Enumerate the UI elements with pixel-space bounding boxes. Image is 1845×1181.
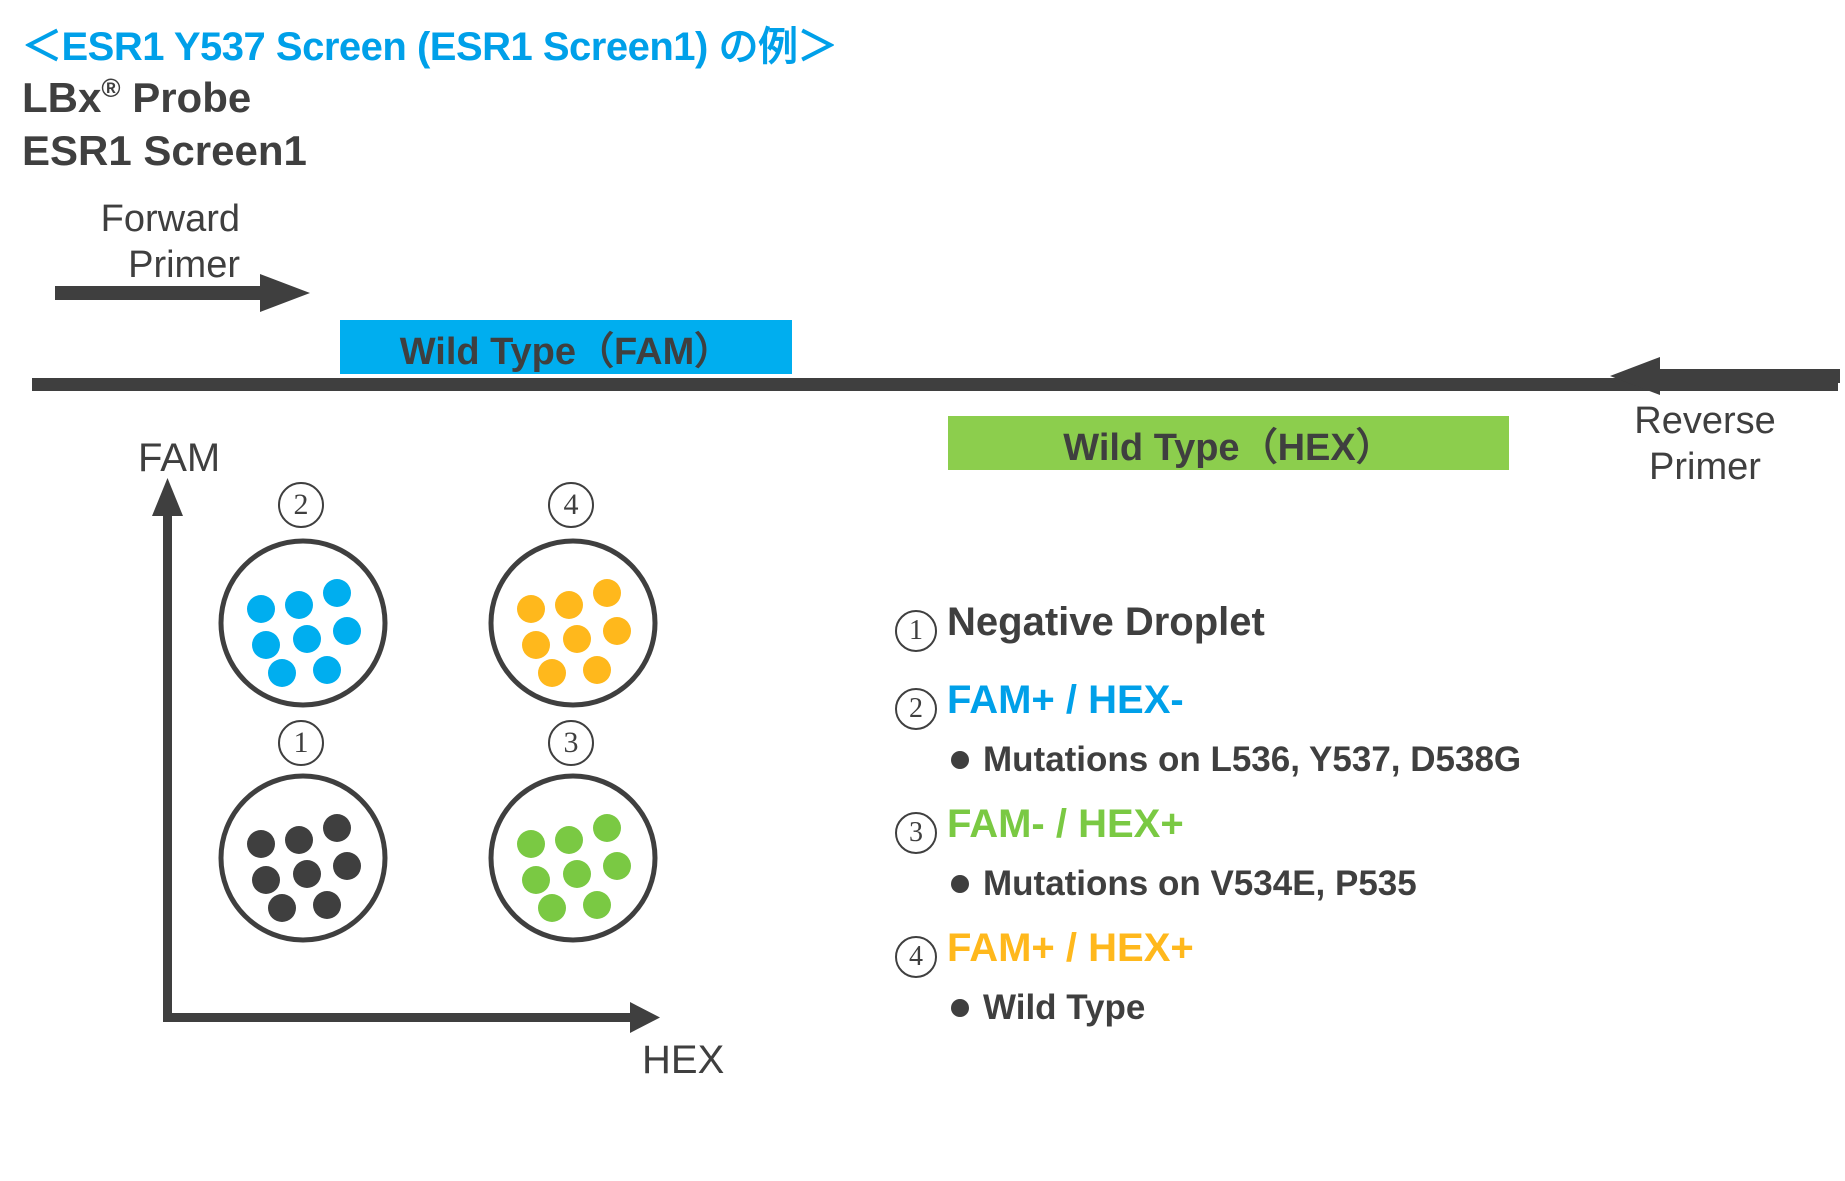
legend-detail-4-text: Wild Type xyxy=(983,988,1146,1027)
legend-item-double-positive: 4 FAM+ / HEX+ Wild Type xyxy=(895,926,1825,1028)
hex-probe-bar: Wild Type（HEX） xyxy=(948,416,1509,470)
legend-detail-3-text: Mutations on V534E, P535 xyxy=(983,864,1417,903)
droplet-cluster-fam-positive xyxy=(218,538,388,708)
legend-item-hex-positive: 3 FAM- / HEX+ Mutations on V534E, P535 xyxy=(895,802,1825,904)
bullet-icon xyxy=(951,751,969,769)
arrow-right-icon xyxy=(55,274,310,312)
legend-title-3: FAM- / HEX+ xyxy=(947,802,1184,846)
amplicon-schematic: Forward Primer Wild Type（FAM） Wild Type（… xyxy=(0,0,1845,500)
hex-probe-label: Wild Type（HEX） xyxy=(1063,426,1394,469)
legend-marker-2-icon: 2 xyxy=(895,688,937,730)
plot-axes xyxy=(152,478,660,1033)
legend-marker-3-icon: 3 xyxy=(895,812,937,854)
legend-detail-2: Mutations on L536, Y537, D538G xyxy=(951,740,1825,780)
legend-title-2: FAM+ / HEX- xyxy=(947,678,1184,722)
quadrant-label-1: 1 xyxy=(278,720,324,766)
legend-marker-4-icon: 4 xyxy=(895,936,937,978)
axis-arrow-up-icon xyxy=(152,478,183,1022)
axis-arrow-right-icon xyxy=(163,1002,660,1033)
fam-probe-bar: Wild Type（FAM） xyxy=(340,320,792,374)
legend-marker-1-icon: 1 xyxy=(895,610,937,652)
quadrant-label-4: 4 xyxy=(548,482,594,528)
diagram-root: ＜ESR1 Y537 Screen (ESR1 Screen1) の例＞ LBx… xyxy=(0,0,1845,1181)
legend-detail-4: Wild Type xyxy=(951,988,1825,1028)
reverse-primer-label: Reverse Primer xyxy=(1634,400,1776,489)
legend-detail-2-text: Mutations on L536, Y537, D538G xyxy=(983,740,1522,779)
droplet-cluster-double-positive xyxy=(488,538,658,708)
quadrant-label-2: 2 xyxy=(278,482,324,528)
legend-detail-3: Mutations on V534E, P535 xyxy=(951,864,1825,904)
quadrant-label-3: 3 xyxy=(548,720,594,766)
legend-title-4: FAM+ / HEX+ xyxy=(947,926,1194,970)
droplet-cluster-negative xyxy=(218,773,388,943)
legend-title-1: Negative Droplet xyxy=(947,600,1265,644)
fam-probe-label: Wild Type（FAM） xyxy=(399,330,733,373)
dna-template-strand xyxy=(32,378,1838,391)
arrow-left-icon xyxy=(1610,357,1840,395)
legend-item-negative: 1 Negative Droplet xyxy=(895,600,1825,652)
droplet-cluster-hex-positive xyxy=(488,773,658,943)
bullet-icon xyxy=(951,999,969,1017)
bullet-icon xyxy=(951,875,969,893)
droplet-cluster-plot: FAM HEX 2 4 1 3 xyxy=(130,430,890,1170)
cluster-legend: 1 Negative Droplet 2 FAM+ / HEX- Mutatio… xyxy=(895,600,1825,1050)
legend-item-fam-positive: 2 FAM+ / HEX- Mutations on L536, Y537, D… xyxy=(895,678,1825,780)
